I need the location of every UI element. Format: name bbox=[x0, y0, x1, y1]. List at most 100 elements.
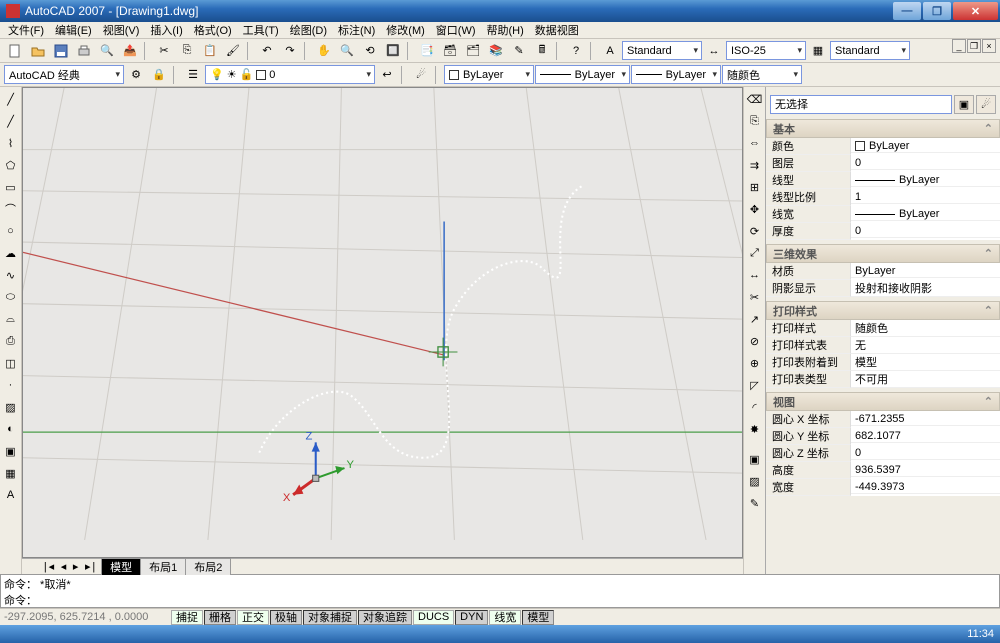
dimstyle-dropdown[interactable]: ISO-25 bbox=[726, 41, 806, 60]
arc-tool[interactable]: ⌒ bbox=[0, 199, 22, 219]
workspace-settings-button[interactable]: ⚙ bbox=[125, 65, 147, 85]
pan-button[interactable]: ✋ bbox=[313, 41, 335, 61]
mdi-restore[interactable]: ❐ bbox=[967, 39, 981, 53]
layer-tool-icon[interactable]: ☄ bbox=[410, 65, 432, 85]
stretch-tool[interactable]: ↔ bbox=[744, 265, 766, 285]
table-tool[interactable]: ▦ bbox=[0, 463, 22, 483]
line-tool[interactable]: ╱ bbox=[0, 89, 22, 109]
otrack-toggle[interactable]: 对象追踪 bbox=[358, 610, 412, 625]
paste-button[interactable]: 📋 bbox=[199, 41, 221, 61]
rotate-tool[interactable]: ⟳ bbox=[744, 221, 766, 241]
new-button[interactable] bbox=[4, 41, 26, 61]
prop-row[interactable]: 宽度-449.3973 bbox=[766, 479, 1000, 496]
mdi-min[interactable]: _ bbox=[952, 39, 966, 53]
prop-row[interactable]: 圆心 Y 坐标682.1077 bbox=[766, 428, 1000, 445]
prop-row[interactable]: 线型ByLayer bbox=[766, 172, 1000, 189]
menu-insert[interactable]: 插入(I) bbox=[146, 22, 186, 38]
properties-button[interactable]: 📑 bbox=[416, 41, 438, 61]
model-toggle[interactable]: 模型 bbox=[522, 610, 554, 625]
extend-tool[interactable]: ↗ bbox=[744, 309, 766, 329]
coordinate-readout[interactable]: -297.2095, 625.7214 , 0.0000 bbox=[0, 611, 170, 623]
fillet-tool[interactable]: ◜ bbox=[744, 397, 766, 417]
dyn-toggle[interactable]: DYN bbox=[455, 610, 488, 625]
zoom-window-button[interactable]: 🔲 bbox=[382, 41, 404, 61]
layer-dropdown[interactable]: 💡 ☀ 🔓 0 bbox=[205, 65, 375, 84]
menu-format[interactable]: 格式(O) bbox=[190, 22, 236, 38]
menu-edit[interactable]: 编辑(E) bbox=[51, 22, 96, 38]
revcloud-tool[interactable]: ☁ bbox=[0, 243, 22, 263]
layout2-tab[interactable]: 布局2 bbox=[185, 558, 231, 575]
pen-tool[interactable]: ✎ bbox=[744, 493, 766, 513]
ellipse-tool[interactable]: ⬭ bbox=[0, 287, 22, 307]
prop-row[interactable]: 打印样式表无 bbox=[766, 337, 1000, 354]
prop-row[interactable]: 材质ByLayer bbox=[766, 263, 1000, 280]
rect-tool[interactable]: ▭ bbox=[0, 177, 22, 197]
block-edit-tool[interactable]: ▣ bbox=[744, 449, 766, 469]
move-tool[interactable]: ✥ bbox=[744, 199, 766, 219]
open-button[interactable] bbox=[27, 41, 49, 61]
zoom-prev-button[interactable]: ⟲ bbox=[359, 41, 381, 61]
ducs-toggle[interactable]: DUCS bbox=[413, 610, 454, 625]
prop-row[interactable]: 厚度0 bbox=[766, 223, 1000, 240]
menu-dim[interactable]: 标注(N) bbox=[334, 22, 379, 38]
undo-button[interactable]: ↶ bbox=[256, 41, 278, 61]
menu-modify[interactable]: 修改(M) bbox=[382, 22, 429, 38]
xline-tool[interactable]: ╱ bbox=[0, 111, 22, 131]
model-tab[interactable]: 模型 bbox=[101, 558, 141, 575]
preview-button[interactable]: 🔍 bbox=[96, 41, 118, 61]
menu-dataview[interactable]: 数据视图 bbox=[531, 22, 583, 38]
minimize-button[interactable]: — bbox=[893, 2, 921, 20]
mirror-tool[interactable]: ⇔ bbox=[744, 133, 766, 153]
calc-button[interactable]: 🖩 bbox=[531, 41, 553, 61]
markup-button[interactable]: ✎ bbox=[508, 41, 530, 61]
prop-row[interactable]: 圆心 X 坐标-671.2355 bbox=[766, 411, 1000, 428]
prop-row[interactable]: 打印样式随颜色 bbox=[766, 320, 1000, 337]
designcenter-button[interactable]: 🗃 bbox=[439, 41, 461, 61]
match-button[interactable]: 🖌 bbox=[222, 41, 244, 61]
cut-button[interactable]: ✂ bbox=[153, 41, 175, 61]
menu-window[interactable]: 窗口(W) bbox=[432, 22, 480, 38]
workspace-dropdown[interactable]: AutoCAD 经典 bbox=[4, 65, 124, 84]
prop-row[interactable]: 打印表类型不可用 bbox=[766, 371, 1000, 388]
color-dropdown[interactable]: ByLayer bbox=[444, 65, 534, 84]
plotstyle-dropdown[interactable]: 随颜色 bbox=[722, 65, 802, 84]
tablestyle-dropdown[interactable]: Standard bbox=[830, 41, 910, 60]
mtext-tool[interactable]: A bbox=[0, 485, 22, 505]
hatch-edit-tool[interactable]: ▨ bbox=[744, 471, 766, 491]
save-button[interactable] bbox=[50, 41, 72, 61]
erase-tool[interactable]: ⌫ bbox=[744, 89, 766, 109]
layerprops-button[interactable]: ☰ bbox=[182, 65, 204, 85]
toolpal-button[interactable]: 🗂 bbox=[462, 41, 484, 61]
hatch-tool[interactable]: ▨ bbox=[0, 397, 22, 417]
lwt-toggle[interactable]: 线宽 bbox=[489, 610, 521, 625]
trim-tool[interactable]: ✂ bbox=[744, 287, 766, 307]
zoom-button[interactable]: 🔍 bbox=[336, 41, 358, 61]
offset-tool[interactable]: ⇉ bbox=[744, 155, 766, 175]
grid-toggle[interactable]: 栅格 bbox=[204, 610, 236, 625]
chamfer-tool[interactable]: ◸ bbox=[744, 375, 766, 395]
ellipsearc-tool[interactable]: ⌓ bbox=[0, 309, 22, 329]
plot-button[interactable] bbox=[73, 41, 95, 61]
scale-tool[interactable]: ⤢ bbox=[744, 243, 766, 263]
circle-tool[interactable]: ○ bbox=[0, 221, 22, 241]
publish-button[interactable]: 📤 bbox=[119, 41, 141, 61]
copy-tool[interactable]: ⎘ bbox=[744, 111, 766, 131]
gradient-tool[interactable]: ◐ bbox=[0, 419, 22, 439]
point-tool[interactable]: · bbox=[0, 375, 22, 395]
menu-tools[interactable]: 工具(T) bbox=[239, 22, 283, 38]
prop-row[interactable]: 图层0 bbox=[766, 155, 1000, 172]
tablestyle-icon[interactable]: ▦ bbox=[807, 41, 829, 61]
spline-tool[interactable]: ∿ bbox=[0, 265, 22, 285]
pick-add-button[interactable]: ▣ bbox=[954, 95, 974, 114]
snap-toggle[interactable]: 捕捉 bbox=[171, 610, 203, 625]
prop-section-view[interactable]: 视图⌃ bbox=[766, 392, 1000, 411]
ssm-button[interactable]: 📚 bbox=[485, 41, 507, 61]
drawing-canvas[interactable]: Z Y X bbox=[22, 87, 743, 558]
lineweight-dropdown[interactable]: ByLayer bbox=[631, 65, 721, 84]
menu-file[interactable]: 文件(F) bbox=[4, 22, 48, 38]
prop-section-basic[interactable]: 基本⌃ bbox=[766, 119, 1000, 138]
textstyle-dropdown[interactable]: Standard bbox=[622, 41, 702, 60]
pline-tool[interactable]: ⌇ bbox=[0, 133, 22, 153]
menu-draw[interactable]: 绘图(D) bbox=[286, 22, 331, 38]
clock[interactable]: 11:34 bbox=[967, 628, 994, 640]
